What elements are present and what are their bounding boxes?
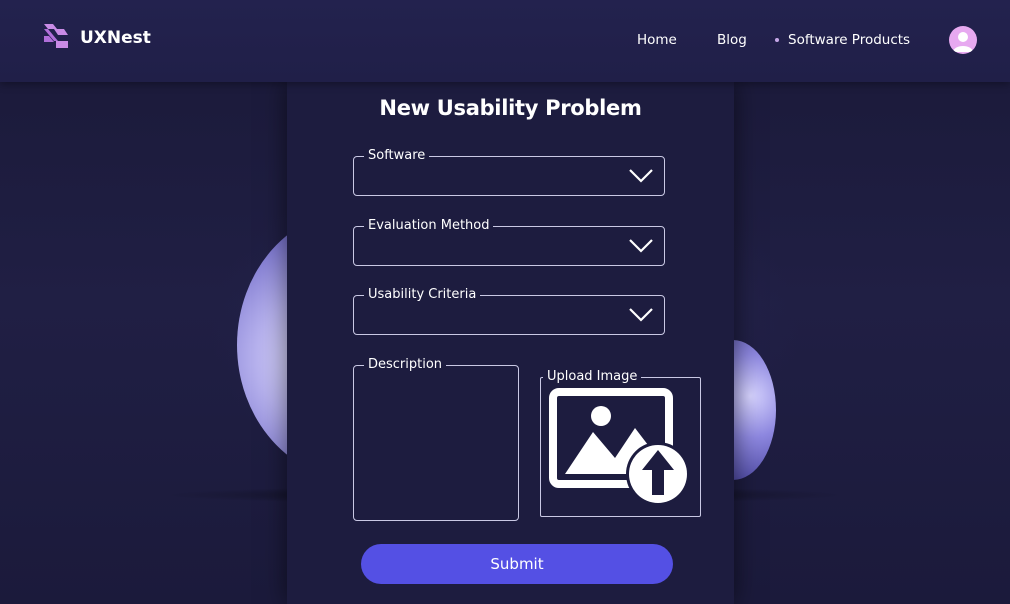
- chevron-down-icon[interactable]: [628, 306, 654, 324]
- brand-logo[interactable]: UXNest: [44, 24, 151, 52]
- upload-image-label: Upload Image: [543, 369, 642, 385]
- image-upload-icon[interactable]: [549, 388, 694, 508]
- software-select[interactable]: Software: [353, 148, 665, 196]
- user-avatar[interactable]: [949, 26, 977, 54]
- evaluation-method-label: Evaluation Method: [364, 218, 494, 234]
- nav-blog-link[interactable]: Blog: [717, 32, 747, 50]
- upload-image-dropzone[interactable]: Upload Image: [540, 369, 701, 517]
- description-textarea[interactable]: Description: [353, 357, 519, 521]
- submit-button[interactable]: Submit: [361, 544, 673, 584]
- chevron-down-icon[interactable]: [628, 167, 654, 185]
- brand-name: UXNest: [80, 28, 151, 48]
- usability-criteria-select[interactable]: Usability Criteria: [353, 287, 665, 335]
- logo-icon: [44, 24, 68, 52]
- nav-home-link[interactable]: Home: [637, 32, 677, 50]
- new-problem-form: New Usability Problem Software Evaluatio…: [287, 82, 734, 604]
- description-label: Description: [364, 357, 447, 373]
- chevron-down-icon[interactable]: [628, 237, 654, 255]
- usability-criteria-label: Usability Criteria: [364, 287, 481, 303]
- active-nav-indicator: [775, 38, 779, 42]
- evaluation-method-select[interactable]: Evaluation Method: [353, 218, 665, 266]
- user-avatar-icon: [953, 32, 973, 52]
- software-label: Software: [364, 148, 430, 164]
- nav-software-products-link[interactable]: Software Products: [788, 32, 910, 50]
- form-title: New Usability Problem: [379, 96, 642, 120]
- top-navbar: UXNest Home Blog Software Products: [0, 0, 1010, 82]
